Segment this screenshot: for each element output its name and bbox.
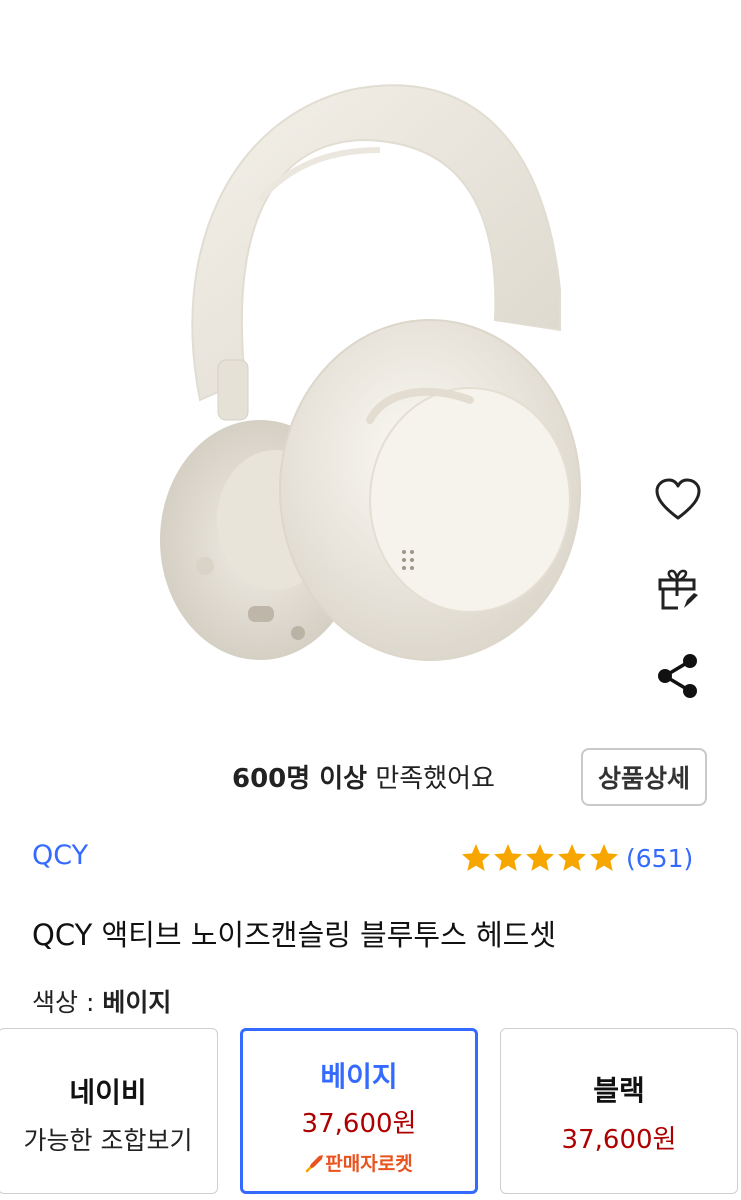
gift-button[interactable] xyxy=(648,560,708,620)
star-icon xyxy=(526,844,554,871)
headphones-illustration xyxy=(160,84,581,661)
option-price: 37,600원 xyxy=(561,1125,677,1155)
satisfaction-text: 600명 이상 만족했어요 xyxy=(232,758,495,795)
option-name: 블랙 xyxy=(593,1074,645,1107)
satisfaction-label: 만족했어요 xyxy=(367,764,495,794)
seller-rocket-badge: 판매자로켓 xyxy=(243,1149,475,1176)
product-title: QCY 액티브 노이즈캔슬링 블루투스 헤드셋 xyxy=(32,918,557,952)
star-icon xyxy=(462,844,490,871)
star-icon xyxy=(494,844,522,871)
share-button[interactable] xyxy=(648,646,708,706)
rating[interactable]: (651) xyxy=(460,840,693,876)
badge-label: 판매자로켓 xyxy=(325,1153,413,1175)
option-black[interactable]: 블랙 37,600원 xyxy=(500,1028,738,1194)
color-label: 색상 : xyxy=(32,988,103,1017)
wishlist-button[interactable] xyxy=(648,470,708,530)
product-detail-button[interactable]: 상품상세 xyxy=(581,748,707,806)
gift-icon xyxy=(658,569,698,610)
option-beige-selected[interactable]: 베이지 37,600원 판매자로켓 xyxy=(240,1028,478,1194)
option-price: 37,600원 xyxy=(301,1109,417,1139)
color-value: 베이지 xyxy=(102,988,172,1017)
heart-icon xyxy=(655,478,701,520)
product-image xyxy=(0,0,741,730)
star-icon xyxy=(558,844,586,871)
share-icon xyxy=(658,654,697,698)
option-name: 네이비 xyxy=(69,1076,147,1109)
color-selection: 색상 : 베이지 xyxy=(32,983,171,1019)
brand-link[interactable]: QCY xyxy=(32,840,88,871)
star-icon xyxy=(590,844,618,871)
satisfaction-count: 600명 이상 xyxy=(232,764,368,794)
option-name: 베이지 xyxy=(320,1060,398,1093)
review-count[interactable]: (651) xyxy=(626,844,693,873)
rocket-icon xyxy=(306,1154,324,1172)
option-navy[interactable]: 네이비 가능한 조합보기 xyxy=(0,1028,218,1194)
option-combination-link[interactable]: 가능한 조합보기 xyxy=(0,1121,217,1157)
